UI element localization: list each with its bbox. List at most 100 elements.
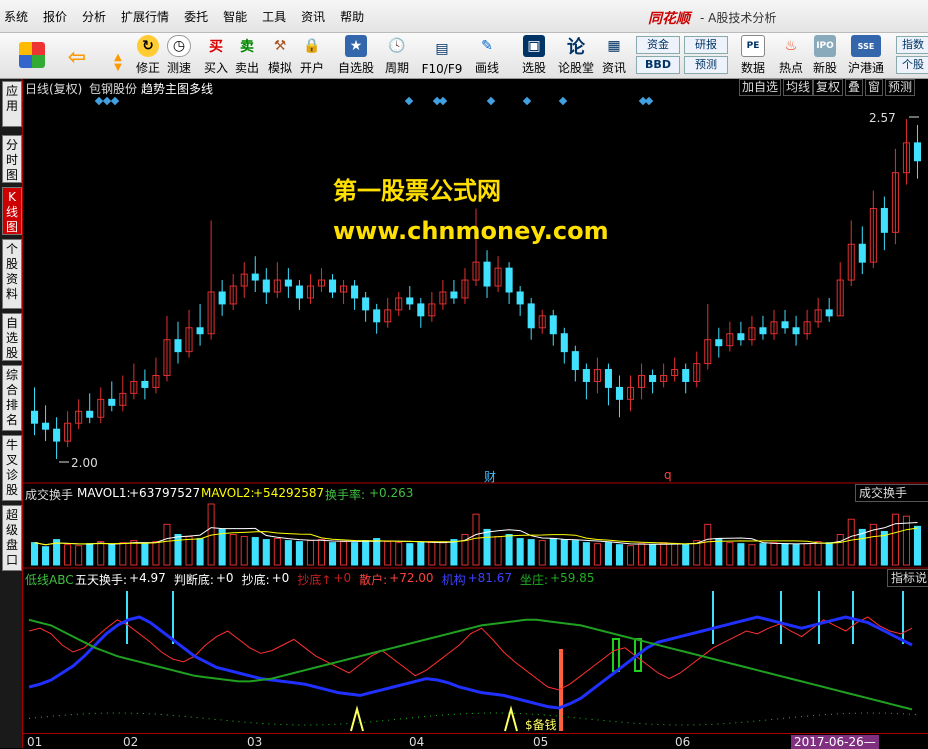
open-account-button[interactable]: 🔒 开户: [298, 35, 326, 76]
research-button[interactable]: 研报: [684, 36, 728, 54]
sell-button[interactable]: 卖 卖出: [233, 35, 261, 76]
forecast-button[interactable]: 预测: [684, 56, 728, 74]
volume-bar: [759, 543, 767, 566]
index-button[interactable]: 指数: [896, 36, 928, 54]
ipo-button[interactable]: IPO 新股: [810, 35, 840, 76]
volume-bar: [306, 540, 314, 566]
menu-items: 系统 报价 分析 扩展行情 委托 智能 工具 资讯 帮助: [4, 0, 379, 32]
chart-area[interactable]: 日线(复权) 包钢股份 趋势主图多线 加自选 均线 复权 叠 窗 预测 第一股票…: [23, 79, 928, 749]
add-watchlist-button[interactable]: 加自选: [739, 79, 782, 96]
speed-test-button[interactable]: ◷ 测速: [165, 35, 193, 76]
candle-body: [174, 339, 182, 353]
hk-connect-button[interactable]: SSE 沪港通: [844, 35, 888, 76]
data-button[interactable]: PE 数据: [738, 35, 768, 76]
period-label[interactable]: 日线(复权): [25, 80, 82, 97]
mavol1-label: MAVOL1:: [77, 486, 131, 500]
watchlist-button[interactable]: ★ 自选股: [334, 35, 378, 76]
menu-item[interactable]: 报价: [43, 8, 67, 25]
toolbar-label: 自选股: [337, 61, 374, 75]
simulate-button[interactable]: ⚒ 模拟: [265, 35, 295, 76]
volume-bar: [42, 546, 50, 566]
tab-watchlist[interactable]: 自选股: [2, 313, 22, 361]
tab-intraday[interactable]: 分时图: [2, 135, 22, 183]
forecast-toggle-button[interactable]: 预测: [885, 79, 916, 96]
adjust-button[interactable]: 复权: [813, 79, 844, 96]
buy-button[interactable]: 买 买入: [202, 35, 230, 76]
tab-apps[interactable]: 应用: [2, 81, 22, 127]
indicator-values: 五天换手: +4.97 判断底: +0 抄底: +0 抄底↑ +0 散户: +72.00 机构 +81…: [75, 571, 602, 588]
candle-body: [141, 380, 149, 388]
overlay-button[interactable]: 叠: [845, 79, 864, 96]
indicator-help-button[interactable]: 指标说明: [887, 569, 928, 587]
toolbar-label: 模拟: [267, 61, 292, 75]
toolbar-label: 论股堂: [557, 61, 594, 75]
volume-bar: [538, 540, 546, 566]
mavol1-value: +63797527: [129, 486, 201, 500]
indicator-panel-name[interactable]: 低线ABC: [25, 571, 74, 588]
candle-body: [781, 321, 789, 329]
candle-body: [549, 315, 557, 335]
candle-body: [483, 261, 491, 287]
menu-item[interactable]: 系统: [4, 8, 28, 25]
volume-bar: [494, 536, 502, 566]
volume-bar: [527, 539, 535, 566]
date-tick: 01: [27, 735, 43, 749]
hotspot-button[interactable]: ♨ 热点: [776, 35, 806, 76]
indicator-item-label: 坐庄:: [520, 573, 549, 587]
stock-button[interactable]: 个股: [896, 56, 928, 74]
signal-bar: [559, 649, 563, 731]
menu-item[interactable]: 智能: [223, 8, 247, 25]
forum-button[interactable]: 论 论股堂: [556, 35, 596, 76]
volume-bar: [582, 542, 590, 566]
volume-bar: [196, 538, 204, 566]
draw-line-button[interactable]: ✎ 画线: [472, 35, 502, 76]
tab-super-level2[interactable]: 超级盘口: [2, 505, 22, 571]
candle-body: [218, 291, 226, 305]
menu-item[interactable]: 资讯: [301, 8, 325, 25]
window-button[interactable]: 窗: [865, 79, 884, 96]
stock-picker-button[interactable]: ▣ 选股: [518, 35, 550, 76]
tab-diagnosis[interactable]: 牛叉诊股: [2, 435, 22, 501]
candle-body: [53, 428, 61, 442]
menu-item[interactable]: 帮助: [340, 8, 364, 25]
candle-body: [858, 243, 866, 263]
brand-logo: 同花顺: [648, 11, 690, 27]
home-button[interactable]: [12, 35, 52, 76]
volume-bar: [770, 542, 778, 566]
volume-bar: [825, 542, 833, 566]
finance-marker[interactable]: 财: [484, 468, 496, 485]
menu-item[interactable]: 分析: [82, 8, 106, 25]
capital-button[interactable]: 资金: [636, 36, 680, 54]
tab-kline[interactable]: K线图: [2, 187, 22, 235]
indicator-item-value: +81.67: [467, 571, 512, 585]
menu-item[interactable]: 工具: [262, 8, 286, 25]
back-button[interactable]: ⇦: [60, 35, 94, 76]
tab-ranking[interactable]: 综合排名: [2, 365, 22, 431]
bbd-button[interactable]: BBD: [636, 56, 680, 74]
q-marker[interactable]: q: [664, 468, 672, 482]
window-subtitle: - A股技术分析: [700, 11, 777, 25]
indicator-item-value: +0: [271, 571, 290, 585]
indicator-name[interactable]: 趋势主图多线: [141, 80, 213, 97]
toolbar-label: 资讯: [601, 61, 626, 75]
candle-body: [406, 297, 414, 305]
indicator-item-label: 五天换手:: [75, 573, 128, 587]
tab-stock-info[interactable]: 个股资料: [2, 239, 22, 309]
volume-bar: [660, 542, 668, 566]
toolbar-label: 新股: [812, 61, 837, 75]
period-button[interactable]: 🕓 周期: [382, 35, 412, 76]
refresh-button[interactable]: ▲ ▼: [103, 35, 133, 76]
menu-item[interactable]: 扩展行情: [121, 8, 169, 25]
candle-body: [196, 327, 204, 335]
news-button[interactable]: ▦ 资讯: [598, 35, 630, 76]
volume-switch-button[interactable]: 成交换手: [855, 484, 928, 502]
candle-body: [737, 333, 745, 341]
candle-body: [251, 273, 259, 281]
f10-button[interactable]: ▤ F10/F9: [420, 35, 464, 76]
volume-bar: [229, 534, 237, 566]
toolbar-label: 修正: [135, 61, 160, 75]
volume-panel-name[interactable]: 成交换手: [25, 486, 73, 503]
ma-button[interactable]: 均线: [783, 79, 814, 96]
menu-item[interactable]: 委托: [184, 8, 208, 25]
correct-button[interactable]: ↻ 修正: [134, 35, 162, 76]
